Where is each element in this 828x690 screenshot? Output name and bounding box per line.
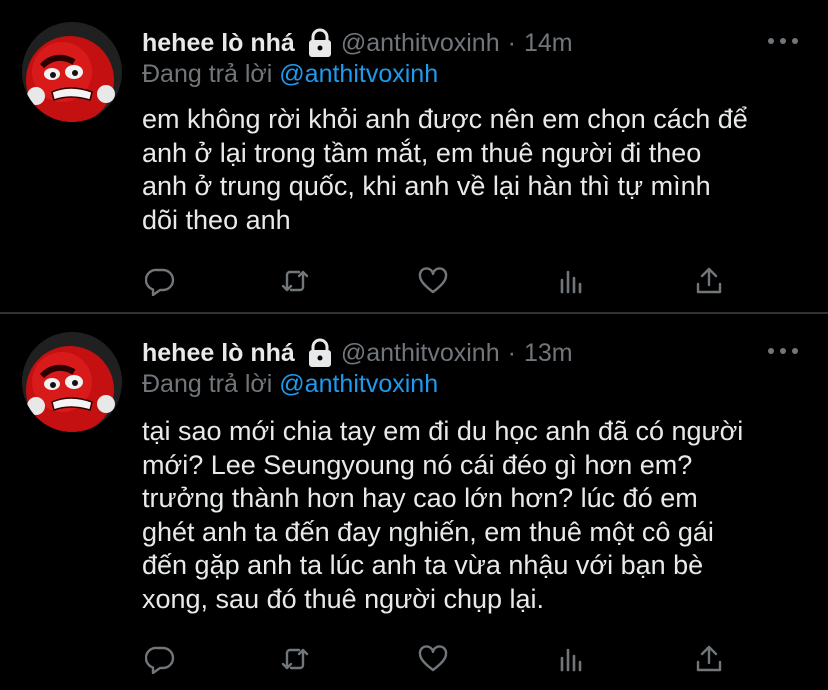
tweet-text-line: đến gặp anh ta lúc anh ta vừa nhậu với b… [142, 550, 704, 580]
lock-icon [307, 28, 333, 58]
timestamp[interactable]: 14m [524, 29, 573, 58]
separator-dot: · [507, 28, 516, 57]
mention-link[interactable]: @anthitvoxinh [279, 370, 438, 398]
more-icon[interactable] [768, 344, 798, 358]
separator-dot: · [507, 338, 516, 367]
tweet-text-line: anh ở lại trong tầm mắt, em thuê người đ… [142, 137, 702, 168]
share-icon[interactable] [691, 641, 727, 677]
tweet-text-line: trưởng thành hơn hay cao lớn hơn? lúc đó… [142, 483, 698, 513]
avatar-image [22, 22, 122, 122]
tweet-text: em không rời khỏi anh được nên em chọn c… [142, 103, 814, 237]
tweet-text-line: tại sao mới chia tay em đi du học anh đã… [142, 416, 744, 446]
heart-icon[interactable] [415, 263, 451, 299]
analytics-icon[interactable] [553, 641, 589, 677]
tweet-feed: hehee lò nhá @anthitvoxinh · 14m Đang tr… [0, 0, 828, 690]
user-handle[interactable]: @anthitvoxinh [341, 29, 500, 58]
tweet-actions [142, 263, 742, 299]
retweet-icon[interactable] [277, 641, 313, 677]
tweet-actions [142, 641, 742, 677]
tweet-text-line: ghét anh ta đến đay nghiến, em thuê một … [142, 516, 714, 547]
tweet-text-line: mới? Lee Seungyoung nó cái đéo gì hơn em… [142, 449, 693, 480]
tweet-text: tại sao mới chia tay em đi du học anh đã… [142, 415, 814, 616]
tweet-header: hehee lò nhá @anthitvoxinh · 13m [142, 336, 573, 370]
tweet[interactable]: hehee lò nhá @anthitvoxinh · 13m Đang tr… [0, 314, 828, 690]
lock-icon [307, 338, 333, 368]
display-name[interactable]: hehee lò nhá [142, 29, 295, 58]
retweet-icon[interactable] [277, 263, 313, 299]
replying-to-label: Đang trả lời [142, 370, 273, 398]
tweet-text-line: em không rời khỏi anh được nên em chọn c… [142, 104, 748, 134]
tweet-text-line: dõi theo anh [142, 204, 291, 235]
tweet-text-line: anh ở trung quốc, khi anh về lại hàn thì… [142, 171, 711, 201]
more-icon[interactable] [768, 34, 798, 48]
reply-icon[interactable] [142, 263, 178, 299]
avatar-image [22, 332, 122, 432]
user-handle[interactable]: @anthitvoxinh [341, 339, 500, 368]
replying-to: Đang trả lời @anthitvoxinh [142, 370, 438, 399]
tweet[interactable]: hehee lò nhá @anthitvoxinh · 14m Đang tr… [0, 0, 828, 312]
analytics-icon[interactable] [553, 263, 589, 299]
timestamp[interactable]: 13m [524, 339, 573, 368]
mention-link[interactable]: @anthitvoxinh [279, 60, 438, 88]
display-name[interactable]: hehee lò nhá [142, 339, 295, 368]
avatar[interactable] [22, 22, 122, 122]
share-icon[interactable] [691, 263, 727, 299]
avatar[interactable] [22, 332, 122, 432]
reply-icon[interactable] [142, 641, 178, 677]
tweet-text-line: xong, sau đó thuê người chụp lại. [142, 583, 545, 614]
tweet-header: hehee lò nhá @anthitvoxinh · 14m [142, 26, 573, 60]
replying-to-label: Đang trả lời [142, 60, 273, 88]
replying-to: Đang trả lời @anthitvoxinh [142, 60, 438, 89]
heart-icon[interactable] [415, 641, 451, 677]
